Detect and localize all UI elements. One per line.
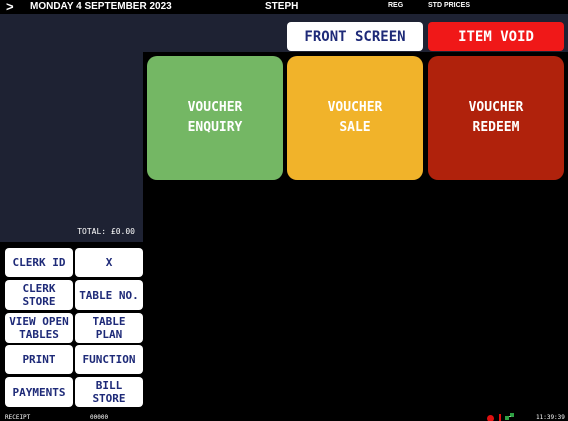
- clerk-store-button[interactable]: CLERK STORE: [5, 280, 73, 310]
- status-bar: RECEIPT 00000 11:39:39: [0, 413, 568, 421]
- function-button[interactable]: FUNCTION: [75, 345, 143, 374]
- x-button[interactable]: X: [75, 248, 143, 277]
- receipt-total: TOTAL: £0.00: [77, 227, 135, 236]
- voucher-enquiry-tile[interactable]: VOUCHER ENQUIRY: [147, 56, 283, 180]
- date-label: MONDAY 4 SEPTEMBER 2023: [30, 1, 172, 12]
- receipt-number: 00000: [90, 414, 109, 421]
- status-indicator-icon: [487, 415, 494, 421]
- view-open-tables-button[interactable]: VIEW OPEN TABLES: [5, 313, 73, 343]
- voucher-redeem-tile[interactable]: VOUCHER REDEEM: [428, 56, 564, 180]
- receipt-panel: TOTAL: £0.00: [0, 52, 143, 242]
- table-no-button[interactable]: TABLE NO.: [75, 280, 143, 310]
- network-icon: [505, 413, 514, 420]
- front-screen-button[interactable]: FRONT SCREEN: [287, 22, 423, 51]
- chevron-right-icon[interactable]: >: [6, 0, 14, 14]
- clock: 11:39:39: [536, 414, 565, 421]
- table-plan-button[interactable]: TABLE PLAN: [75, 313, 143, 343]
- mode-label: REG: [388, 2, 404, 9]
- clerk-name: STEPH: [265, 1, 299, 12]
- voucher-sale-tile[interactable]: VOUCHER SALE: [287, 56, 423, 180]
- clerk-id-button[interactable]: CLERK ID: [5, 248, 73, 277]
- item-void-button[interactable]: ITEM VOID: [428, 22, 564, 51]
- top-bar: > MONDAY 4 SEPTEMBER 2023 STEPH REG STD …: [0, 0, 568, 14]
- status-bar-indicator-icon: [499, 414, 501, 421]
- payments-button[interactable]: PAYMENTS: [5, 377, 73, 407]
- receipt-label: RECEIPT: [5, 414, 31, 421]
- print-button[interactable]: PRINT: [5, 345, 73, 374]
- bill-store-button[interactable]: BILL STORE: [75, 377, 143, 407]
- price-level-label: STD PRICES: [428, 2, 471, 9]
